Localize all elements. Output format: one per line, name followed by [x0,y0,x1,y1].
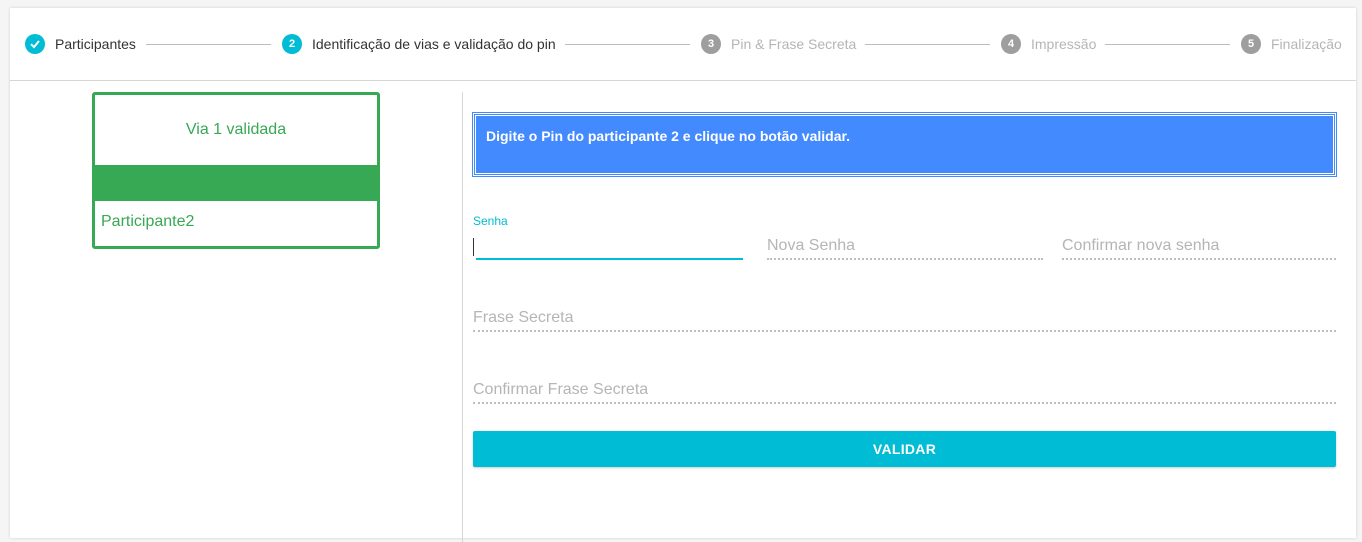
step-number-badge: 2 [282,34,302,54]
confirmar-frase-secreta-underline [473,402,1336,404]
step-label: Pin & Frase Secreta [731,36,857,52]
main-card: Participantes 2 Identificação de vias e … [10,8,1356,542]
step-pin-frase[interactable]: 3 Pin & Frase Secreta [701,34,856,54]
step-number-badge: 3 [701,34,721,54]
text-cursor [473,238,474,256]
frase-secreta-placeholder: Frase Secreta [473,309,574,326]
confirmar-frase-secreta-field[interactable]: Confirmar Frase Secreta [473,358,1336,406]
via-status: Via 1 validada [185,121,287,138]
step-identificacao[interactable]: 2 Identificação de vias e validação do p… [282,34,556,54]
step-finalizacao[interactable]: 5 Finalização [1241,34,1342,54]
step-connector [146,44,271,45]
confirmar-frase-secreta-placeholder: Confirmar Frase Secreta [473,381,649,398]
via-status-bar [95,165,377,201]
confirmar-nova-senha-underline [1062,258,1336,260]
nova-senha-placeholder: Nova Senha [767,237,856,254]
participant-name: Participante2 [101,213,195,230]
vertical-divider [462,92,463,542]
step-connector [1105,44,1230,45]
validar-button[interactable]: VALIDAR [473,431,1336,467]
senha-field[interactable]: Senha [473,214,743,262]
step-participantes[interactable]: Participantes [25,34,136,54]
step-number-badge: 5 [1241,34,1261,54]
info-banner: Digite o Pin do participante 2 e clique … [472,112,1337,177]
frase-secreta-field[interactable]: Frase Secreta [473,286,1336,334]
step-label: Impressão [1031,36,1097,52]
step-number-badge: 4 [1001,34,1021,54]
senha-label: Senha [473,214,508,228]
step-label: Finalização [1271,36,1342,52]
senha-underline [476,258,743,260]
step-connector [865,44,990,45]
confirmar-nova-senha-field[interactable]: Confirmar nova senha [1062,214,1336,262]
step-label: Identificação de vias e validação do pin [312,36,556,52]
confirmar-nova-senha-placeholder: Confirmar nova senha [1062,237,1220,254]
check-icon [25,34,45,54]
step-impressao[interactable]: 4 Impressão [1001,34,1096,54]
via-card[interactable]: Via 1 validada Participante2 [92,92,380,249]
frase-secreta-underline [473,330,1336,332]
step-connector [565,44,690,45]
step-label: Participantes [55,36,136,52]
stepper: Participantes 2 Identificação de vias e … [10,8,1356,81]
nova-senha-underline [767,258,1043,260]
nova-senha-field[interactable]: Nova Senha [767,214,1043,262]
